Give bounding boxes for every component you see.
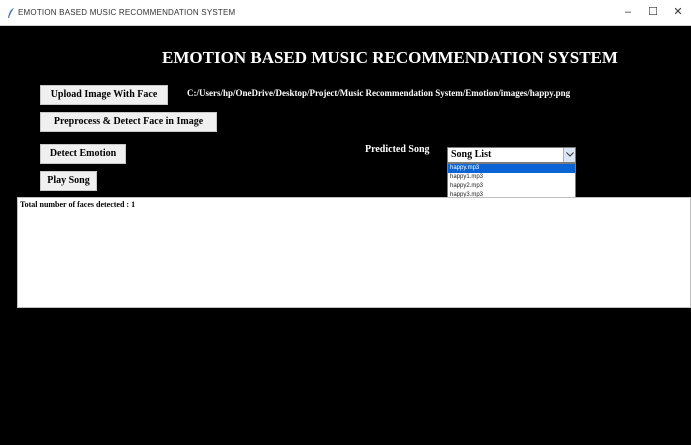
song-list-combobox[interactable]: Song List xyxy=(447,147,576,163)
page-title: EMOTION BASED MUSIC RECOMMENDATION SYSTE… xyxy=(162,48,618,67)
window-titlebar: EMOTION BASED MUSIC RECOMMENDATION SYSTE… xyxy=(0,0,691,26)
upload-image-button[interactable]: Upload Image With Face xyxy=(40,85,168,105)
close-button[interactable]: ✕ xyxy=(667,3,689,21)
song-list-selected: Song List xyxy=(451,149,492,160)
predicted-song-label: Predicted Song xyxy=(365,144,430,155)
minimize-button[interactable]: – xyxy=(617,3,639,21)
song-list-dropdown: happy.mp3 happy1.mp3 happy2.mp3 happy3.m… xyxy=(447,163,576,201)
detect-emotion-button[interactable]: Detect Emotion xyxy=(40,144,126,164)
play-song-button[interactable]: Play Song xyxy=(40,171,97,191)
window-title: EMOTION BASED MUSIC RECOMMENDATION SYSTE… xyxy=(18,8,236,17)
output-text: Total number of faces detected : 1 xyxy=(20,200,136,209)
song-option[interactable]: happy1.mp3 xyxy=(448,173,575,182)
chevron-down-icon xyxy=(566,152,574,157)
song-option[interactable]: happy.mp3 xyxy=(448,164,575,173)
preprocess-detect-face-button[interactable]: Preprocess & Detect Face in Image xyxy=(40,112,217,132)
feather-icon xyxy=(8,8,14,18)
image-path-label: C:/Users/hp/OneDrive/Desktop/Project/Mus… xyxy=(187,88,571,98)
song-option[interactable]: happy2.mp3 xyxy=(448,182,575,191)
output-text-area[interactable]: Total number of faces detected : 1 xyxy=(17,197,691,308)
maximize-button[interactable]: ☐ xyxy=(642,3,664,21)
combo-dropdown-button[interactable] xyxy=(563,148,575,162)
